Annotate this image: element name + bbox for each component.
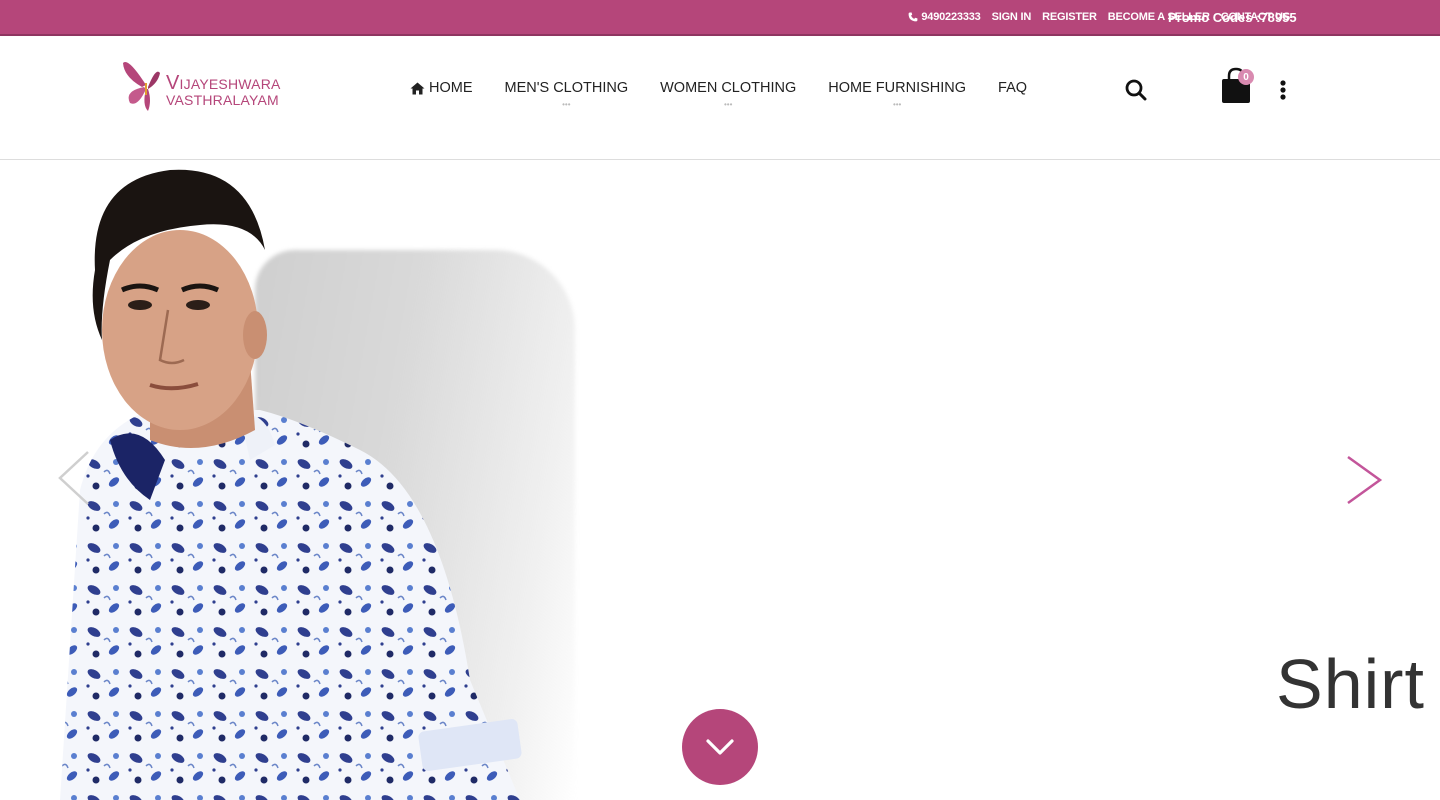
- brand-line2: VASTHRALAYAM: [166, 92, 279, 108]
- butterfly-logo-icon: [123, 61, 160, 111]
- phone-link[interactable]: 9490223333: [908, 11, 981, 23]
- main-nav: HOME MEN'S CLOTHING ••• WOMEN CLOTHING •…: [410, 80, 1027, 109]
- submenu-indicator-icon: •••: [723, 100, 733, 109]
- brand-logo[interactable]: VIJAYESHWARA VASTHRALAYAM: [120, 55, 290, 117]
- slider-next-arrow-icon[interactable]: [1344, 455, 1384, 505]
- slider-prev-arrow-icon[interactable]: [56, 450, 92, 506]
- chevron-down-icon: [706, 739, 734, 755]
- nav-home-furnishing[interactable]: HOME FURNISHING •••: [828, 80, 967, 109]
- cart-button[interactable]: 0: [1220, 67, 1260, 107]
- nav-mens-clothing[interactable]: MEN'S CLOTHING •••: [504, 80, 629, 109]
- home-icon: [410, 82, 425, 94]
- nav-home-label: HOME: [429, 80, 473, 96]
- nav-faq[interactable]: FAQ: [998, 80, 1027, 96]
- register-link[interactable]: REGISTER: [1042, 11, 1097, 23]
- phone-number: 9490223333: [921, 11, 981, 23]
- slide-caption: Shirt: [1276, 645, 1425, 723]
- sign-in-link[interactable]: SIGN IN: [992, 11, 1032, 23]
- search-icon[interactable]: [1124, 78, 1148, 102]
- cart-count-badge: 0: [1238, 69, 1254, 85]
- promo-code: Promo Codes :78955: [1168, 9, 1297, 25]
- scroll-down-button[interactable]: [682, 709, 758, 785]
- nav-women-clothing-label: WOMEN CLOTHING: [660, 80, 797, 96]
- nav-faq-label: FAQ: [998, 80, 1028, 96]
- submenu-indicator-icon: •••: [562, 100, 571, 109]
- hero-slider: Shirt: [0, 160, 1440, 800]
- submenu-indicator-icon: •••: [892, 100, 902, 109]
- phone-icon: [908, 12, 918, 22]
- brand-line1: IJAYESHWARA: [179, 76, 281, 92]
- nav-mens-clothing-label: MEN'S CLOTHING: [504, 80, 629, 96]
- nav-home[interactable]: HOME: [410, 80, 473, 96]
- brand-initial: V: [166, 72, 180, 94]
- main-header: VIJAYESHWARA VASTHRALAYAM HOME MEN'S CLO…: [0, 37, 1440, 160]
- top-bar: 9490223333 SIGN IN REGISTER BECOME A SEL…: [0, 0, 1440, 36]
- more-options-icon[interactable]: [1276, 78, 1290, 102]
- nav-home-furnishing-label: HOME FURNISHING: [828, 80, 967, 96]
- hero-model-image: [60, 169, 522, 800]
- nav-women-clothing[interactable]: WOMEN CLOTHING •••: [660, 80, 797, 109]
